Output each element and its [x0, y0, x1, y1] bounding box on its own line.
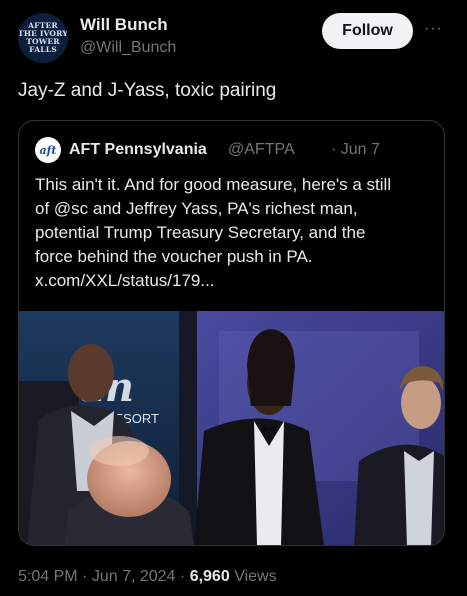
- author-name[interactable]: Will Bunch: [80, 15, 168, 35]
- follow-button[interactable]: Follow: [322, 13, 413, 49]
- avatar-line: FALLS: [29, 45, 57, 54]
- author-avatar[interactable]: AFTER THE IVORY TOWER FALLS: [18, 13, 68, 63]
- tweet-meta: 5:04 PM · Jun 7, 2024 · 6,960 Views: [18, 568, 277, 586]
- quoted-tweet-card[interactable]: aft AFT Pennsylvania @AFTPA · Jun 7 This…: [18, 120, 445, 546]
- meta-separator: ·: [82, 568, 92, 585]
- quoted-text-line: potential Trump Treasury Secretary, and …: [35, 223, 366, 242]
- tweet-text: Jay-Z and J-Yass, toxic pairing: [18, 80, 277, 101]
- quoted-text-line: This ain't it. And for good measure, her…: [35, 175, 392, 194]
- meta-separator: ·: [179, 568, 190, 585]
- more-options-icon[interactable]: ···: [424, 20, 443, 38]
- quoted-text-line: force behind the voucher push in PA.: [35, 247, 313, 266]
- quoted-tweet-text: This ain't it. And for good measure, her…: [35, 173, 430, 293]
- quoted-author-handle[interactable]: @AFTPA: [228, 141, 295, 159]
- tweet-date[interactable]: Jun 7, 2024: [92, 568, 176, 585]
- quoted-tweet-date[interactable]: · Jun 7: [331, 141, 380, 159]
- quoted-tweet-link[interactable]: x.com/XXL/status/179...: [35, 269, 430, 293]
- author-handle[interactable]: @Will_Bunch: [80, 39, 176, 57]
- quoted-text-line: of @sc and Jeffrey Yass, PA's richest ma…: [35, 199, 358, 218]
- aft-logo-icon: aft: [39, 143, 57, 157]
- views-label: Views: [234, 568, 277, 585]
- views-count: 6,960: [189, 568, 230, 585]
- tweet-time[interactable]: 5:04 PM: [18, 568, 78, 585]
- quoted-media-image[interactable]: an RESORT: [19, 311, 444, 545]
- quoted-author-name[interactable]: AFT Pennsylvania: [69, 141, 207, 159]
- event-photo: an RESORT: [19, 311, 444, 545]
- quoted-author-avatar[interactable]: aft: [35, 137, 61, 163]
